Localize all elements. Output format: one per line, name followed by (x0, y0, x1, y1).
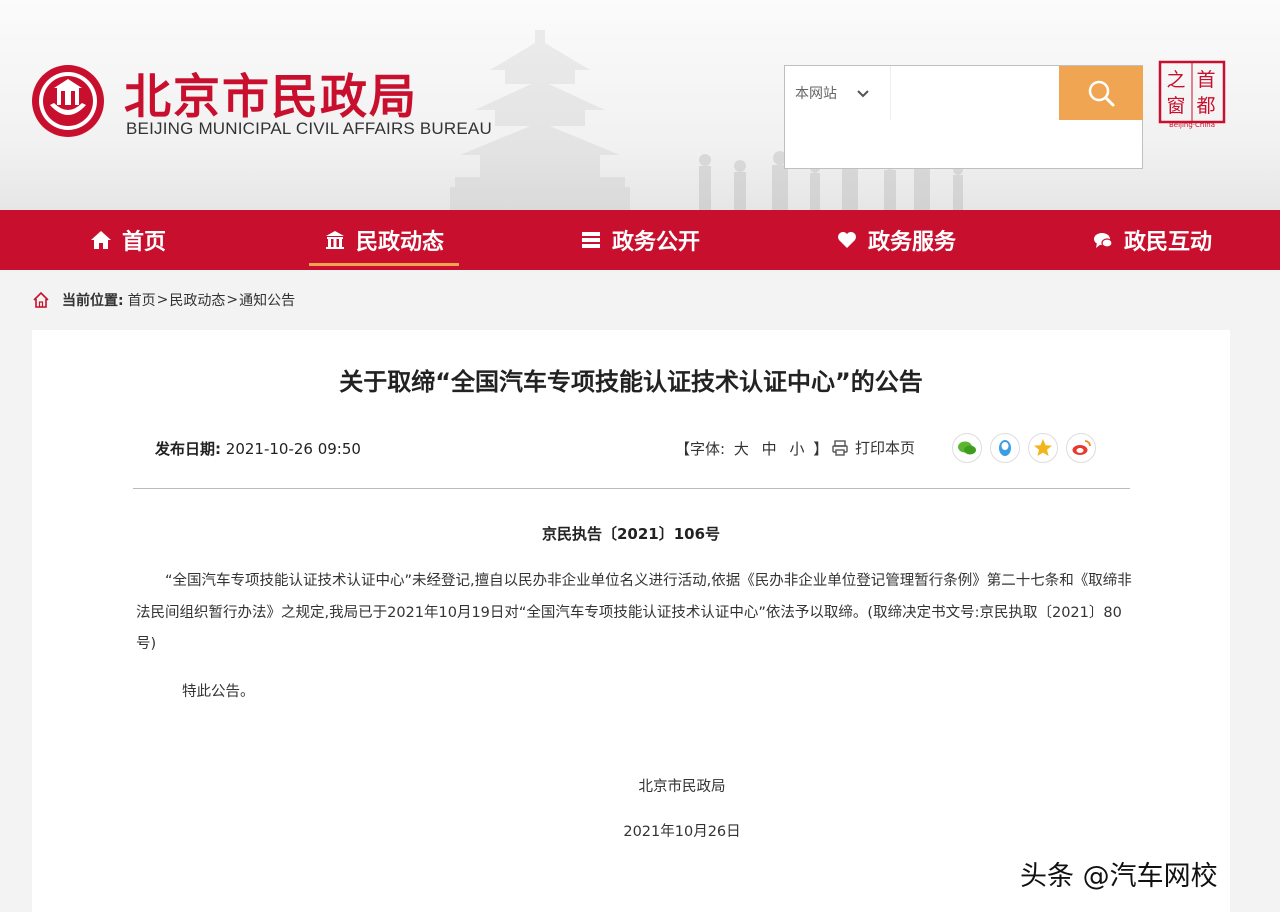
wechat-icon (958, 441, 976, 455)
main-nav: 首页 民政动态 政务公开 政务服务 政民互动 (0, 210, 1280, 270)
meta-divider (133, 488, 1130, 489)
svg-text:之: 之 (1166, 69, 1185, 91)
breadcrumb-home[interactable]: 首页 (128, 290, 156, 310)
search-box: 本网站 (784, 65, 1143, 169)
nav-item-label: 民政动态 (355, 230, 444, 255)
nav-item-civil-affairs-news[interactable]: 民政动态 (256, 210, 512, 270)
font-size-large[interactable]: 大 (734, 440, 749, 458)
toutiao-watermark: 头条 @汽车网校 (1020, 861, 1218, 892)
font-size-open: 【字体: (675, 440, 726, 458)
home-outline-icon (33, 291, 49, 308)
nav-item-public-interaction[interactable]: 政民互动 (1024, 210, 1280, 270)
share-weibo-button[interactable] (1066, 433, 1096, 463)
font-size-medium[interactable]: 中 (762, 440, 777, 458)
breadcrumb-separator: > (156, 292, 169, 308)
article-signature: 北京市民政局 (638, 779, 726, 795)
weibo-icon (1072, 440, 1091, 455)
bureau-emblem-icon (32, 65, 104, 137)
qq-icon (999, 440, 1011, 456)
share-qq-button[interactable] (990, 433, 1020, 463)
active-tab-indicator (309, 263, 459, 266)
print-page-link[interactable]: 打印本页 (831, 437, 915, 458)
article-body-paragraph: “全国汽车专项技能认证技术认证中心”未经登记,擅自以民办非企业单位名义进行活动,… (136, 573, 1132, 652)
chat-icon (1093, 233, 1113, 248)
share-wechat-button[interactable] (952, 433, 982, 463)
font-size-control: 【字体: 大 中 小 】 (675, 438, 828, 459)
nav-item-label: 首页 (121, 230, 166, 255)
share-bar (952, 433, 1104, 463)
site-title: 北京市民政局 (124, 70, 418, 125)
article-sign-date: 2021年10月26日 (623, 824, 741, 840)
font-size-small[interactable]: 小 (789, 440, 804, 458)
publish-date-label: 发布日期: (155, 440, 221, 458)
document-number: 京民执告〔2021〕106号 (541, 525, 721, 543)
print-label: 打印本页 (855, 439, 916, 457)
article-panel: 关于取缔“全国汽车专项技能认证技术认证中心”的公告 发布日期: 2021-10-… (32, 330, 1230, 912)
search-scope-select[interactable]: 本网站 (785, 66, 891, 120)
article-title: 关于取缔“全国汽车专项技能认证技术认证中心”的公告 (339, 368, 923, 396)
home-icon (90, 231, 111, 249)
breadcrumb-news[interactable]: 民政动态 (169, 290, 225, 310)
publish-date: 发布日期: 2021-10-26 09:50 (155, 438, 361, 459)
site-header: 北京市民政局 BEIJING MUNICIPAL CIVIL AFFAIRS B… (0, 0, 1280, 210)
printer-icon (832, 439, 848, 456)
svg-text:首: 首 (1196, 69, 1215, 91)
share-qzone-button[interactable] (1028, 433, 1058, 463)
search-scope-label: 本网站 (795, 86, 837, 102)
heart-icon (837, 232, 856, 248)
svg-text:窗: 窗 (1166, 95, 1185, 117)
nav-item-government-disclosure[interactable]: 政务公开 (512, 210, 768, 270)
search-button[interactable] (1059, 66, 1143, 120)
chevron-down-icon (857, 90, 869, 98)
svg-text:都: 都 (1196, 95, 1215, 117)
nav-item-government-services[interactable]: 政务服务 (768, 210, 1024, 270)
nav-item-label: 政民互动 (1123, 230, 1212, 255)
nav-item-home[interactable]: 首页 (0, 210, 256, 270)
breadcrumb-label: 当前位置: (62, 293, 124, 309)
article-closing: 特此公告。 (182, 684, 255, 700)
capital-window-caption: Beijing·China (1168, 121, 1216, 129)
search-input[interactable] (892, 66, 1058, 120)
nav-item-label: 政务公开 (611, 230, 700, 255)
breadcrumb-notices[interactable]: 通知公告 (239, 290, 295, 310)
qzone-icon (1034, 439, 1052, 456)
site-subtitle: BEIJING MUNICIPAL CIVIL AFFAIRS BUREAU (126, 119, 492, 138)
font-size-close: 】 (813, 440, 829, 458)
building-icon (325, 231, 344, 249)
nav-item-label: 政务服务 (867, 230, 956, 255)
breadcrumb: 当前位置: 首页 > 民政动态 > 通知公告 (32, 288, 295, 312)
search-icon (1088, 80, 1115, 107)
publish-date-value: 2021-10-26 09:50 (225, 440, 361, 458)
list-icon (581, 232, 600, 248)
breadcrumb-separator: > (226, 292, 239, 308)
